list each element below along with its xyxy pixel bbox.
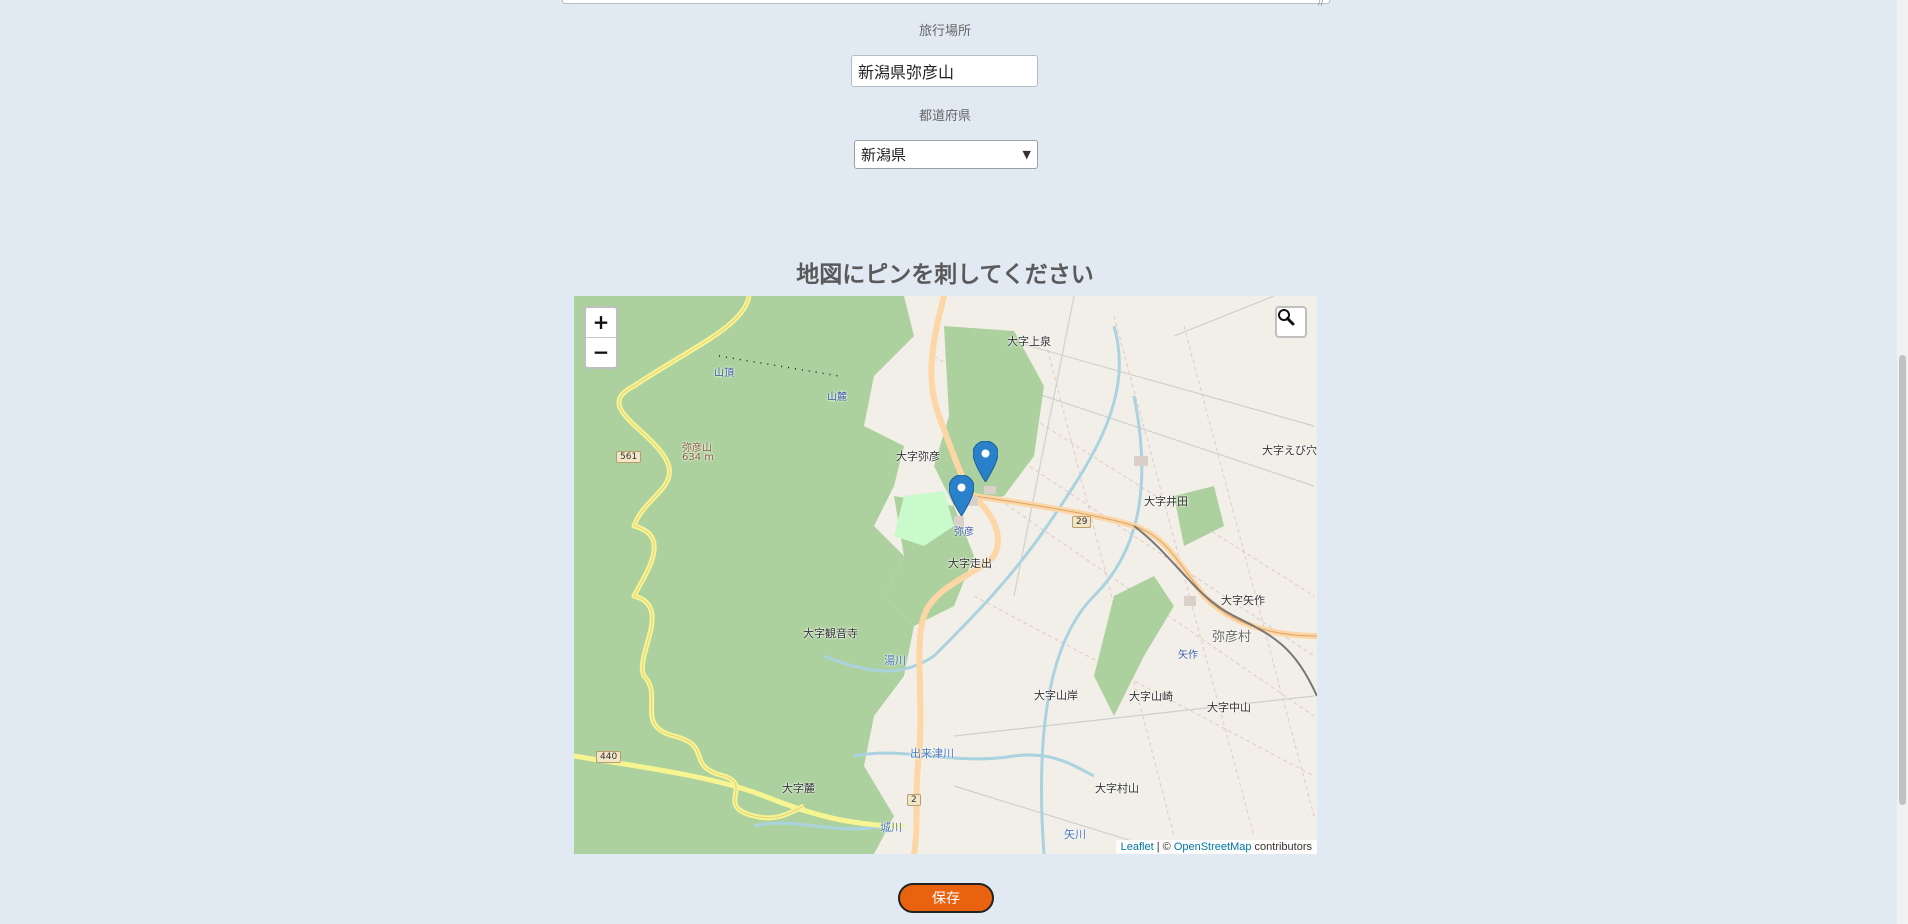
scrollbar-thumb[interactable] <box>1899 355 1906 805</box>
label-yasaku-station: 矢作 <box>1178 650 1198 661</box>
road-shield-440: 440 <box>596 751 622 763</box>
prefecture-select[interactable]: 新潟県 ▼ <box>854 140 1038 169</box>
label-oaza-yamazaki: 大字山崎 <box>1129 690 1173 703</box>
chevron-down-icon: ▼ <box>1022 148 1031 161</box>
label-sancho: 山頂 <box>714 368 734 379</box>
prefecture-select-value: 新潟県 <box>861 146 907 164</box>
place-input[interactable] <box>851 55 1038 87</box>
label-oaza-yahiko: 大字弥彦 <box>896 450 940 463</box>
label-yugawa: 湯川 <box>884 654 906 667</box>
place-label: 旅行場所 <box>918 24 971 39</box>
label-yagawa: 矢川 <box>1064 828 1086 841</box>
label-jogawa: 城川 <box>880 821 902 834</box>
label-yahiko-station: 弥彦 <box>954 527 974 538</box>
map-tiles <box>574 296 1317 854</box>
osm-link[interactable]: OpenStreetMap <box>1174 841 1252 853</box>
label-mt-height: 634 m <box>682 452 715 463</box>
road-shield-2: 2 <box>907 794 921 806</box>
road-shield-561: 561 <box>616 451 642 463</box>
label-oaza-murayama: 大字村山 <box>1095 782 1139 795</box>
resize-grip-icon[interactable]: // <box>1318 0 1323 7</box>
prefecture-label: 都道府県 <box>918 109 971 124</box>
search-icon <box>1278 309 1295 326</box>
label-oaza-kamiizumi: 大字上泉 <box>1007 335 1051 348</box>
map-marker-icon[interactable] <box>949 475 974 516</box>
textarea-bottom-edge[interactable] <box>562 0 1330 4</box>
label-dekitsugawa: 出来津川 <box>910 747 954 760</box>
save-button[interactable]: 保存 <box>898 883 994 913</box>
label-sanroku: 山麓 <box>827 392 847 403</box>
label-oaza-yasaku: 大字矢作 <box>1221 594 1265 607</box>
label-yahiko-village: 弥彦村 <box>1212 630 1252 645</box>
label-oaza-fumoto: 大字麓 <box>782 782 815 795</box>
map[interactable]: 大字上泉 大字弥彦 大字えび穴 大字井田 大字走出 大字観音寺 大字矢作 弥彦村… <box>574 296 1317 854</box>
label-oaza-nakayama: 大字中山 <box>1207 701 1251 714</box>
zoom-out-button[interactable]: − <box>586 338 616 367</box>
map-marker-icon[interactable] <box>973 441 998 482</box>
attribution-contributors: contributors <box>1251 841 1312 853</box>
label-oaza-yamagishi: 大字山岸 <box>1034 689 1078 702</box>
label-oaza-ebiana: 大字えび穴 <box>1262 444 1317 457</box>
label-oaza-ida: 大字井田 <box>1144 495 1188 508</box>
label-oaza-kannonji: 大字観音寺 <box>803 627 858 640</box>
label-oaza-hashiride: 大字走出 <box>948 557 992 570</box>
page: // 旅行場所 都道府県 新潟県 ▼ 地図にピンを刺してください <box>0 0 1908 924</box>
map-heading: 地図にピンを刺してください <box>796 262 1094 288</box>
scrollbar[interactable] <box>1897 0 1908 924</box>
map-attribution: Leaflet | © OpenStreetMap contributors <box>1115 840 1317 854</box>
zoom-in-button[interactable]: + <box>586 308 616 338</box>
zoom-control: + − <box>584 306 618 369</box>
road-shield-29: 29 <box>1072 516 1092 528</box>
attribution-separator: | © <box>1153 841 1174 853</box>
leaflet-link[interactable]: Leaflet <box>1121 841 1154 853</box>
map-search-button[interactable] <box>1275 306 1307 338</box>
